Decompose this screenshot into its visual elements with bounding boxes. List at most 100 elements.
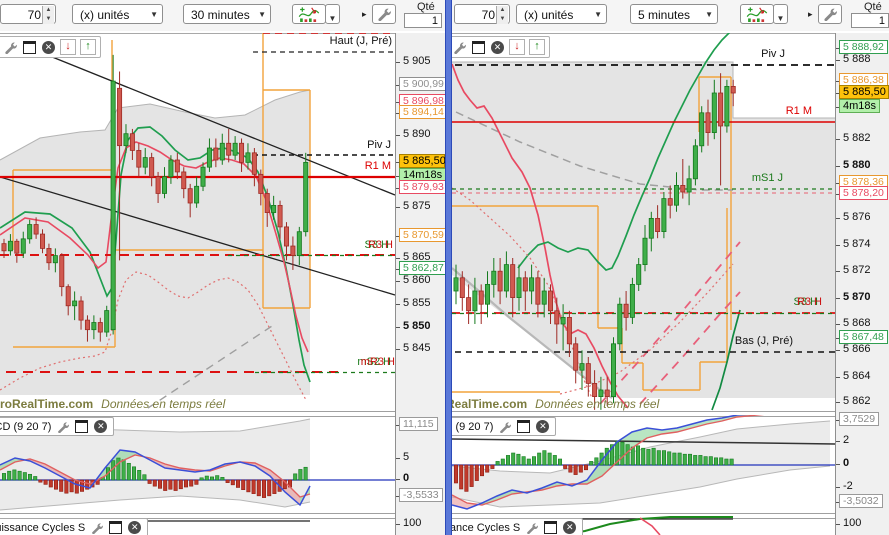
close-icon[interactable]: ✕: [490, 40, 505, 55]
wrench-icon[interactable]: [3, 40, 18, 55]
macd-histogram-bar: [199, 477, 204, 481]
axis-tick: 5 880: [843, 159, 871, 171]
axis-tick: 5 874: [843, 238, 871, 250]
qty-input[interactable]: 1: [404, 13, 442, 28]
wrench-icon[interactable]: [55, 419, 70, 434]
main-chart-canvas-30min[interactable]: Haut (J, Pré)Piv JR1 MS3 HR3 HmS2 HmR3 H: [0, 33, 445, 415]
price-axis-30min[interactable]: 5 905 5 890 5 875 5 865 5 860 5 855 5 850 5 845…: [395, 33, 445, 535]
indicator-axis-tick: -3,5032: [839, 494, 883, 508]
axis-tick: 5 862: [843, 395, 871, 407]
macd-histogram-bar: [246, 479, 251, 493]
stepper-arrows-icon[interactable]: ▲ ▼: [42, 6, 54, 24]
macd-histogram-bar: [469, 464, 474, 487]
close-icon[interactable]: ✕: [41, 40, 56, 55]
axis-tick: 5 850: [403, 320, 431, 332]
window-icon[interactable]: [516, 419, 531, 434]
macd-histogram-bar: [137, 470, 142, 481]
macd-histogram-bar: [43, 479, 48, 485]
periods-stepper[interactable]: 70 ▲ ▼: [0, 4, 56, 24]
candle: [680, 184, 686, 193]
sell-arrow-icon[interactable]: ↓: [509, 39, 525, 55]
level-label: Piv J: [761, 48, 785, 60]
timeframe-label: 30 minutes: [191, 8, 250, 22]
macd-histogram-bar: [547, 452, 552, 466]
collapse-arrow-icon[interactable]: ▸: [362, 9, 367, 20]
wrench-icon[interactable]: [89, 520, 104, 535]
wrench-icon: [378, 8, 391, 22]
candle: [40, 233, 46, 249]
wrench-icon[interactable]: [497, 419, 512, 434]
macd-histogram-bar: [516, 453, 521, 466]
main-chart-canvas-5min[interactable]: Piv JR1 MmS1 JS3 HR3 HBas (J, Pré): [452, 33, 889, 415]
macd-histogram-bar: [594, 457, 599, 466]
window-icon[interactable]: [543, 520, 558, 535]
qty-label: Qté: [864, 1, 882, 13]
qty-input[interactable]: 1: [851, 13, 889, 28]
candle: [181, 171, 187, 190]
indicator-title: Puissance Cycles S: [452, 521, 521, 534]
macd-histogram-bar: [261, 479, 266, 498]
indicator-axis-tick: -3,5533: [399, 488, 443, 502]
axis-tick: 5 875: [403, 200, 431, 212]
buy-arrow-icon[interactable]: ↑: [529, 39, 545, 55]
units-dropdown[interactable]: (x) unités ▼: [516, 4, 607, 24]
window-icon[interactable]: [108, 520, 123, 535]
candle: [142, 157, 148, 168]
units-dropdown[interactable]: (x) unités ▼: [72, 4, 163, 24]
macd-histogram-bar: [215, 475, 220, 481]
close-icon[interactable]: ✕: [127, 520, 142, 535]
periods-stepper[interactable]: 70 ▲ ▼: [454, 4, 510, 24]
candle: [149, 157, 155, 178]
settings-wrench-button[interactable]: [818, 4, 842, 24]
candle: [155, 176, 161, 194]
indicator-axis-tick: 5: [403, 451, 410, 463]
macd-histogram-bar: [142, 474, 147, 481]
axis-tick: 5 864: [843, 370, 871, 382]
macd-histogram-bar: [531, 456, 536, 466]
close-icon[interactable]: ✕: [93, 419, 108, 434]
window-icon[interactable]: [74, 419, 89, 434]
chart-style-caret[interactable]: ▼: [773, 4, 788, 24]
macd-histogram-bar: [651, 447, 656, 466]
timeframe-dropdown[interactable]: 30 minutes ▼: [183, 4, 271, 24]
candle: [226, 142, 232, 156]
wrench-icon[interactable]: [524, 520, 539, 535]
window-icon[interactable]: [22, 40, 37, 55]
macd-histogram-bar: [713, 457, 718, 466]
buy-arrow-icon[interactable]: ↑: [80, 39, 96, 55]
chart-style-button[interactable]: [292, 4, 326, 24]
axis-tick: 5 855: [403, 297, 431, 309]
axis-tick-mark: [836, 487, 840, 488]
candle: [636, 264, 642, 285]
axis-tick-mark: [836, 298, 840, 299]
timeframe-dropdown[interactable]: 5 minutes ▼: [630, 4, 718, 24]
periods-value: 70: [481, 8, 495, 22]
close-icon[interactable]: ✕: [535, 419, 550, 434]
axis-tick: 5 868: [843, 317, 871, 329]
candle: [194, 185, 200, 204]
macd-histogram-bar: [724, 458, 729, 466]
collapse-arrow-icon[interactable]: ▸: [808, 9, 813, 20]
close-icon[interactable]: ✕: [562, 520, 577, 535]
chart-style-caret[interactable]: ▼: [325, 4, 340, 24]
stepper-arrows-icon[interactable]: ▲ ▼: [496, 6, 508, 24]
window-icon[interactable]: [471, 40, 486, 55]
price-axis-5min[interactable]: 5 888 5 882 5 880 5 876 5 874 5 872 5 870 5 868…: [835, 33, 889, 535]
candle: [674, 184, 680, 206]
candle: [20, 238, 26, 254]
axis-tick-mark: [836, 524, 840, 525]
settings-wrench-button[interactable]: [372, 4, 396, 24]
wrench-icon[interactable]: [452, 40, 467, 55]
chart-style-button[interactable]: [740, 4, 774, 24]
macd-header: MACD (9 20 7) ✕: [452, 417, 557, 436]
candle: [535, 277, 541, 305]
timeframe-label: 5 minutes: [638, 8, 691, 22]
sell-arrow-icon[interactable]: ↓: [60, 39, 76, 55]
periods-value: 70: [27, 8, 41, 22]
candle: [661, 198, 667, 233]
chart-mini-toolbar: x ✕ ↓ ↑: [0, 36, 101, 58]
candle: [129, 133, 135, 151]
indicator-value-box: 5 862,87: [399, 261, 445, 275]
pane-divider[interactable]: [445, 0, 452, 535]
candle: [699, 112, 705, 147]
